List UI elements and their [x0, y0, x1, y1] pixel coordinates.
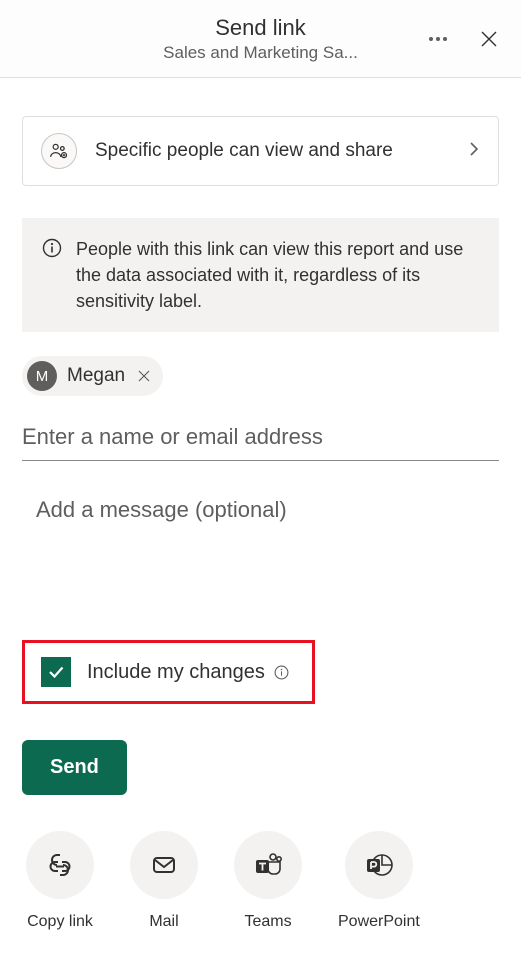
checkmark-icon: [46, 662, 66, 682]
recipient-row: M Megan: [22, 356, 499, 396]
remove-recipient-button[interactable]: [135, 367, 153, 385]
more-options-button[interactable]: [423, 31, 453, 47]
name-input-container: [22, 418, 499, 461]
dialog-content: Specific people can view and share Peopl…: [0, 78, 521, 953]
share-option-label: Mail: [149, 913, 178, 931]
powerpoint-button[interactable]: PowerPoint: [338, 831, 420, 931]
send-button[interactable]: Send: [22, 740, 127, 795]
info-icon[interactable]: [274, 665, 289, 680]
message-input[interactable]: [36, 497, 513, 523]
share-option-label: Teams: [244, 913, 291, 931]
teams-button[interactable]: Teams: [234, 831, 302, 931]
link-icon: [26, 831, 94, 899]
avatar: M: [27, 361, 57, 391]
close-icon: [479, 29, 499, 49]
dialog-header: Send link Sales and Marketing Sa...: [0, 0, 521, 78]
name-email-input[interactable]: [22, 418, 499, 461]
recipient-chip[interactable]: M Megan: [22, 356, 163, 396]
dialog-title: Send link: [215, 15, 306, 41]
recipient-name: Megan: [67, 365, 125, 387]
share-option-label: PowerPoint: [338, 913, 420, 931]
info-icon: [42, 238, 62, 314]
share-options: Copy link Mail Teams: [26, 831, 499, 931]
share-option-label: Copy link: [27, 913, 93, 931]
mail-button[interactable]: Mail: [130, 831, 198, 931]
powerpoint-icon: [345, 831, 413, 899]
info-banner-text: People with this link can view this repo…: [76, 236, 479, 314]
mail-icon: [130, 831, 198, 899]
include-changes-label: Include my changes: [87, 661, 289, 684]
close-icon: [137, 369, 151, 383]
link-settings-button[interactable]: Specific people can view and share: [22, 116, 499, 186]
people-icon: [41, 133, 77, 169]
copy-link-button[interactable]: Copy link: [26, 831, 94, 931]
dialog-subtitle: Sales and Marketing Sa...: [163, 43, 358, 63]
header-actions: [423, 25, 503, 53]
teams-icon: [234, 831, 302, 899]
info-banner: People with this link can view this repo…: [22, 218, 499, 332]
include-changes-section: Include my changes: [22, 640, 315, 704]
close-button[interactable]: [475, 25, 503, 53]
link-settings-text: Specific people can view and share: [95, 140, 468, 162]
chevron-right-icon: [468, 141, 480, 162]
include-changes-checkbox[interactable]: [41, 657, 71, 687]
